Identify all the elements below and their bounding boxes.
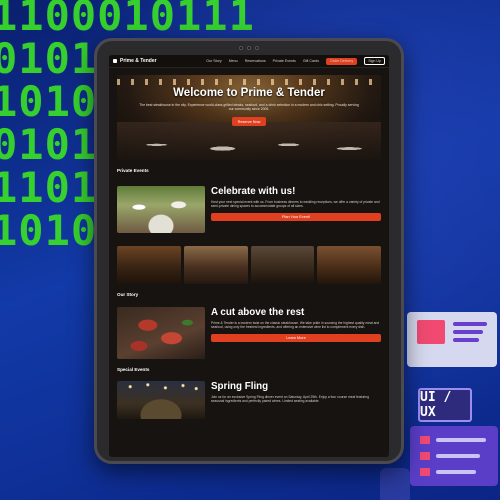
image-icon	[417, 320, 445, 344]
section-label-private-events: Private Events	[117, 168, 149, 173]
garden-event-photo	[117, 186, 205, 233]
private-events-text: Host your next special event with us. Fr…	[211, 200, 380, 209]
brand[interactable]: Prime & Tender	[113, 58, 157, 64]
our-story-section: A cut above the rest Prime & Tender is a…	[117, 307, 381, 359]
logo-icon	[113, 59, 117, 63]
gallery-photo[interactable]	[317, 246, 381, 284]
learn-more-button[interactable]: Learn More	[211, 333, 381, 342]
photo-gallery	[117, 246, 381, 284]
tablet-device: Prime & Tender Our Story Menu Reservatio…	[94, 38, 404, 464]
section-label-our-story: Our Story	[117, 292, 139, 297]
nav-links: Our Story Menu Reservations Private Even…	[206, 57, 385, 65]
hero-title: Welcome to Prime & Tender	[173, 87, 325, 99]
steak-photo	[117, 307, 205, 359]
person-illustration	[380, 468, 410, 500]
camera-icon	[239, 46, 259, 50]
image-card-illustration	[407, 312, 497, 367]
private-events-title: Celebrate with us!	[211, 186, 296, 197]
plan-event-button[interactable]: Plan Your Event!	[211, 212, 381, 221]
nav-link-gift-cards[interactable]: Gift Cards	[303, 59, 319, 63]
restaurant-photo	[117, 122, 381, 160]
private-events-section: Celebrate with us! Host your next specia…	[117, 186, 381, 233]
gallery-photo[interactable]	[117, 246, 181, 284]
special-events-title: Spring Fling	[211, 381, 269, 392]
brand-name: Prime & Tender	[120, 58, 157, 64]
hero-banner: Welcome to Prime & Tender The best steak…	[117, 75, 381, 160]
sign-up-button[interactable]: Sign Up	[364, 57, 385, 65]
nav-link-our-story[interactable]: Our Story	[206, 59, 221, 63]
website-screen: Prime & Tender Our Story Menu Reservatio…	[109, 55, 389, 457]
gallery-photo[interactable]	[250, 246, 315, 284]
hero-subtitle: The best steakhouse in the city. Experie…	[139, 103, 359, 112]
section-label-special-events: Special Events	[117, 367, 150, 372]
top-nav: Prime & Tender Our Story Menu Reservatio…	[109, 55, 389, 68]
evening-dinner-photo	[117, 381, 205, 419]
special-events-section: Spring Fling Join us for an exclusive Sp…	[117, 381, 381, 419]
nav-link-reservations[interactable]: Reservations	[245, 59, 266, 63]
list-card-illustration	[410, 426, 498, 486]
gallery-photo[interactable]	[183, 246, 248, 284]
nav-link-private-events[interactable]: Private Events	[273, 59, 296, 63]
order-delivery-button[interactable]: Order Delivery	[326, 57, 358, 65]
our-story-title: A cut above the rest	[211, 307, 305, 318]
ui-ux-badge: UI / UX	[418, 388, 472, 422]
reserve-now-button[interactable]: Reserve Now	[232, 117, 266, 126]
nav-link-menu[interactable]: Menu	[229, 59, 238, 63]
special-events-text: Join us for an exclusive Spring Fling di…	[211, 395, 369, 404]
our-story-text: Prime & Tender is a modern twist on the …	[211, 321, 380, 330]
